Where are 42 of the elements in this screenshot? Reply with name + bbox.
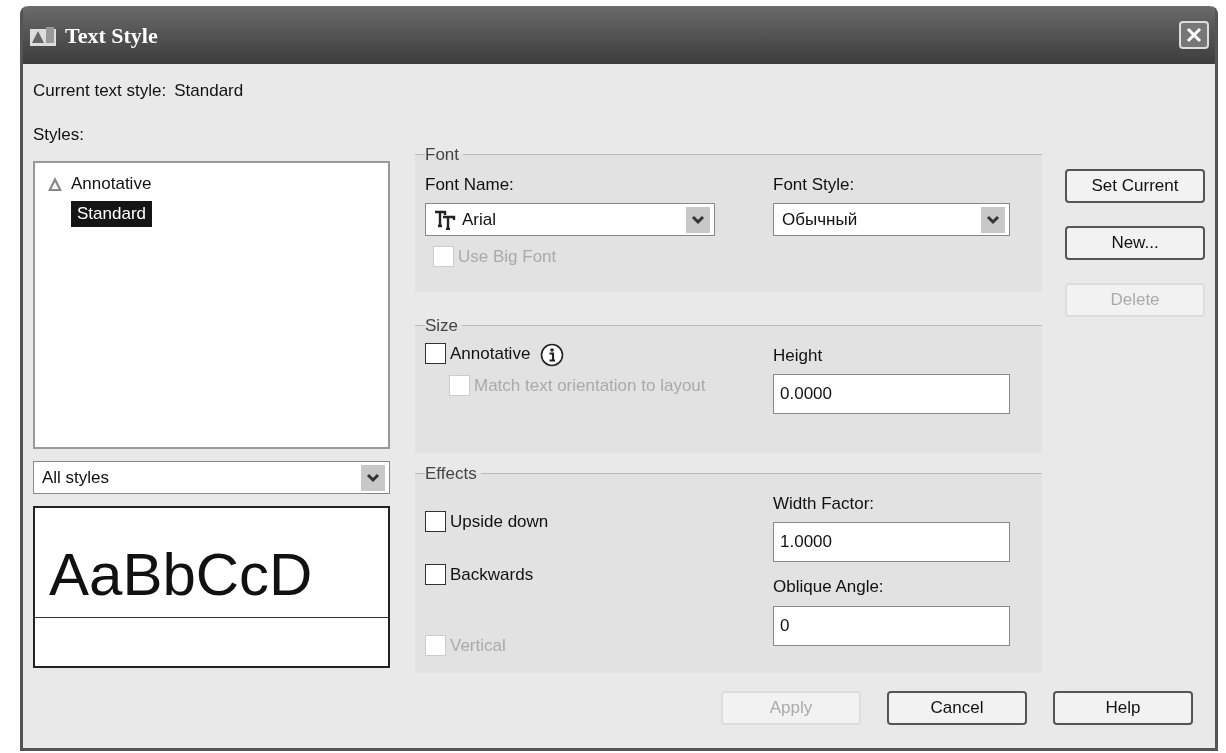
checkbox-label: Match text orientation to layout bbox=[474, 374, 707, 397]
list-item[interactable]: Annotative bbox=[71, 171, 152, 197]
text-field[interactable]: 1.0000 bbox=[773, 522, 1010, 562]
styles-filter-dropdown[interactable]: All styles bbox=[33, 461, 390, 494]
checkbox-label: Upside down bbox=[450, 510, 549, 532]
field-label: Width Factor: bbox=[773, 492, 876, 515]
chevron-down-icon bbox=[366, 472, 380, 483]
field-label: Styles: bbox=[33, 123, 86, 146]
checkbox-label: Backwards bbox=[450, 563, 534, 585]
current-style-value: Standard bbox=[174, 80, 244, 102]
field-label: Font Name: bbox=[425, 173, 515, 196]
dialog-button[interactable]: Cancel bbox=[887, 691, 1027, 725]
field-label: Oblique Angle: bbox=[773, 576, 885, 598]
dialog-button[interactable]: Set Current bbox=[1065, 169, 1205, 203]
checkbox-label: Annotative bbox=[450, 342, 531, 364]
info-icon bbox=[540, 342, 565, 367]
field-label: Current text style: bbox=[33, 80, 167, 102]
checkbox[interactable] bbox=[425, 510, 446, 532]
dialog-button[interactable]: Help bbox=[1053, 691, 1193, 725]
text-field[interactable]: 0.0000 bbox=[773, 374, 1010, 414]
group-title: Font bbox=[425, 144, 461, 166]
checkbox-label: Vertical bbox=[450, 634, 506, 656]
close-icon bbox=[1185, 26, 1203, 44]
font-icon bbox=[434, 209, 456, 230]
preview-text: AaBbCcD bbox=[49, 545, 313, 605]
field-label: Height bbox=[773, 344, 824, 367]
field-label: Font Style: bbox=[773, 173, 856, 196]
chevron-down-icon bbox=[986, 214, 1000, 225]
font-style-dropdown[interactable]: Обычный bbox=[773, 203, 1010, 236]
window-title: Text Style bbox=[65, 21, 158, 50]
group-title: Effects bbox=[425, 463, 478, 485]
checkbox[interactable] bbox=[425, 563, 446, 585]
text-field[interactable]: 0 bbox=[773, 605, 1010, 646]
list-item[interactable]: Standard bbox=[71, 201, 152, 227]
close-button[interactable] bbox=[1179, 21, 1209, 49]
chevron-down-icon bbox=[691, 214, 705, 225]
font-name-dropdown[interactable]: Arial bbox=[425, 203, 715, 236]
checkbox-label: Use Big Font bbox=[458, 246, 557, 267]
dialog-button[interactable]: New... bbox=[1065, 226, 1205, 260]
annotative-icon bbox=[47, 176, 63, 192]
checkbox[interactable] bbox=[425, 342, 446, 364]
group-title: Size bbox=[425, 315, 460, 337]
